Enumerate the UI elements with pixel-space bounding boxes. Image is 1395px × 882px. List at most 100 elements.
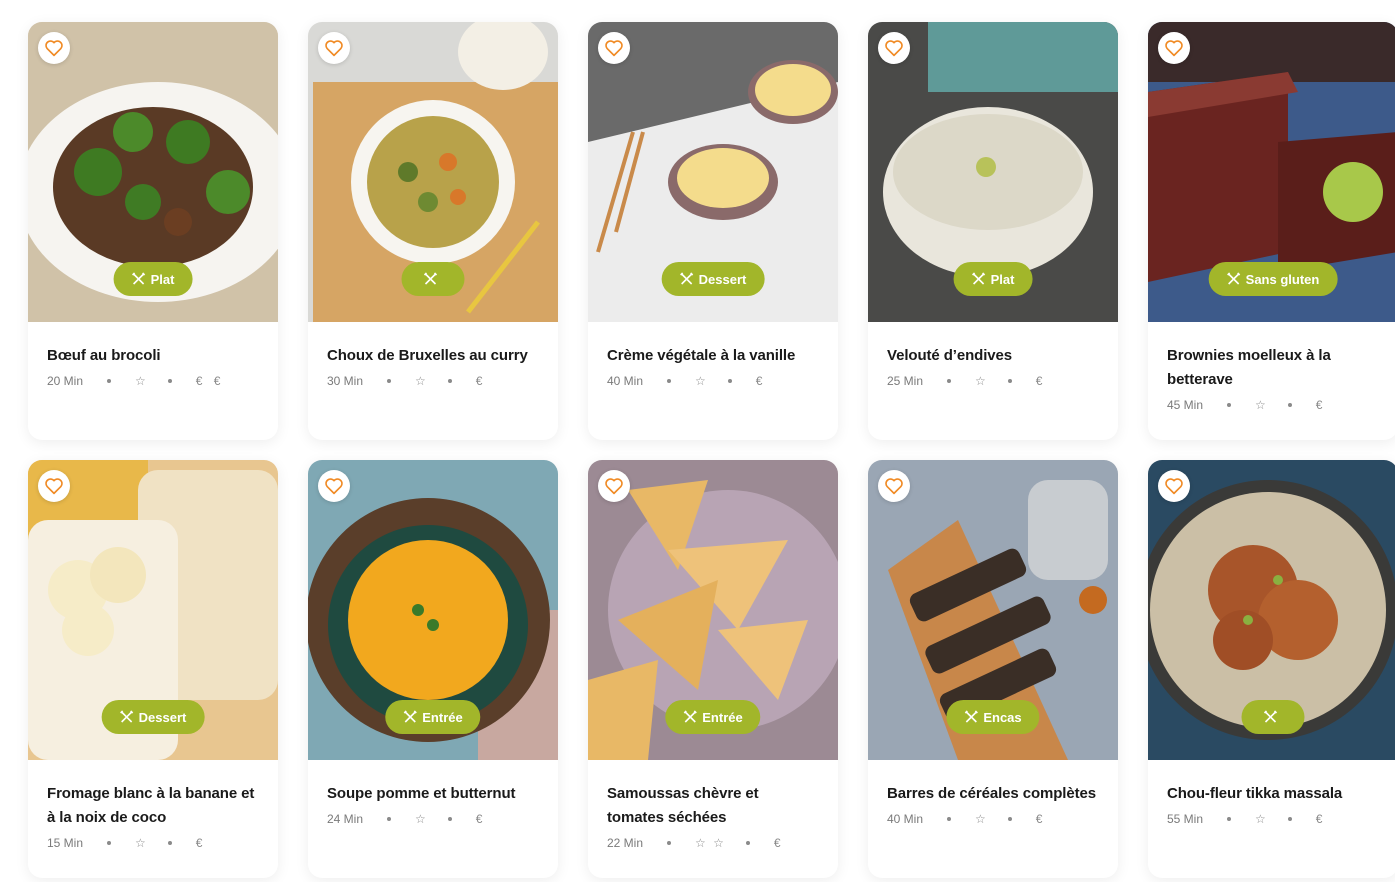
favorite-button[interactable] xyxy=(878,470,910,502)
recipe-card[interactable]: Sans gluten Brownies moelleux à la bette… xyxy=(1148,22,1395,440)
prep-time: 20 Min xyxy=(47,374,84,388)
separator-dot xyxy=(947,379,952,383)
recipe-image[interactable]: Dessert xyxy=(28,460,278,760)
difficulty-stars: ☆ xyxy=(415,812,428,826)
favorite-button[interactable] xyxy=(1158,32,1190,64)
separator-dot xyxy=(167,379,172,383)
prep-time: 15 Min xyxy=(47,836,84,850)
utensils-icon xyxy=(403,710,417,723)
category-label: Plat xyxy=(150,271,175,287)
utensils-icon xyxy=(132,272,146,285)
separator-dot xyxy=(1227,817,1232,821)
favorite-button[interactable] xyxy=(598,470,630,502)
separator-dot xyxy=(1287,817,1292,821)
favorite-button[interactable] xyxy=(318,470,350,502)
recipe-meta: 24 Min ☆ € xyxy=(327,812,539,826)
recipe-title[interactable]: Brownies moelleux à la betterave xyxy=(1167,344,1379,392)
favorite-button[interactable] xyxy=(878,32,910,64)
recipe-grid: Plat Bœuf au brocoli 20 Min ☆ € € Choux … xyxy=(28,22,1395,878)
recipe-meta: 30 Min ☆ € xyxy=(327,374,539,388)
category-badge[interactable]: Dessert xyxy=(101,700,205,734)
heart-icon xyxy=(1165,40,1183,57)
recipe-image[interactable]: Plat xyxy=(868,22,1118,322)
recipe-card[interactable]: Dessert Crème végétale à la vanille 40 M… xyxy=(588,22,838,440)
separator-dot xyxy=(667,379,672,383)
utensils-icon xyxy=(680,272,694,285)
cost-level: € xyxy=(1035,374,1047,388)
heart-icon xyxy=(1165,478,1183,495)
heart-icon xyxy=(325,478,343,495)
category-badge[interactable] xyxy=(401,262,465,296)
recipe-card[interactable]: Entrée Samoussas chèvre et tomates séché… xyxy=(588,460,838,878)
recipe-card[interactable]: Chou-fleur tikka massala 55 Min ☆ € xyxy=(1148,460,1395,878)
category-label: Sans gluten xyxy=(1245,271,1320,287)
separator-dot xyxy=(107,379,112,383)
favorite-button[interactable] xyxy=(318,32,350,64)
recipe-card[interactable]: Entrée Soupe pomme et butternut 24 Min ☆… xyxy=(308,460,558,878)
recipe-card[interactable]: Plat Bœuf au brocoli 20 Min ☆ € € xyxy=(28,22,278,440)
recipe-title[interactable]: Crème végétale à la vanille xyxy=(607,344,819,368)
favorite-button[interactable] xyxy=(38,32,70,64)
cost-level: € xyxy=(195,836,207,850)
recipe-title[interactable]: Barres de céréales complètes xyxy=(887,782,1099,806)
recipe-card[interactable]: Choux de Bruxelles au curry 30 Min ☆ € xyxy=(308,22,558,440)
utensils-icon xyxy=(683,710,697,723)
recipe-card[interactable]: Dessert Fromage blanc à la banane et à l… xyxy=(28,460,278,878)
prep-time: 55 Min xyxy=(1167,812,1204,826)
category-badge[interactable]: Entrée xyxy=(665,700,761,734)
recipe-image[interactable]: Plat xyxy=(28,22,278,322)
utensils-icon xyxy=(423,272,438,285)
recipe-title[interactable]: Chou-fleur tikka massala xyxy=(1167,782,1379,806)
favorite-button[interactable] xyxy=(1158,470,1190,502)
recipe-title[interactable]: Velouté d’endives xyxy=(887,344,1099,368)
recipe-image[interactable]: Dessert xyxy=(588,22,838,322)
prep-time: 45 Min xyxy=(1167,398,1204,412)
separator-dot xyxy=(947,817,952,821)
recipe-title[interactable]: Fromage blanc à la banane et à la noix d… xyxy=(47,782,259,830)
separator-dot xyxy=(447,379,452,383)
cost-level: € € xyxy=(195,374,225,388)
recipe-meta: 45 Min ☆ € xyxy=(1167,398,1379,412)
category-badge[interactable]: Sans gluten xyxy=(1208,262,1338,296)
recipe-title[interactable]: Choux de Bruxelles au curry xyxy=(327,344,539,368)
category-badge[interactable]: Plat xyxy=(953,262,1033,296)
recipe-image[interactable] xyxy=(308,22,558,322)
category-badge[interactable]: Entrée xyxy=(385,700,481,734)
utensils-icon xyxy=(964,710,978,723)
recipe-card[interactable]: Plat Velouté d’endives 25 Min ☆ € xyxy=(868,22,1118,440)
cost-level: € xyxy=(755,374,767,388)
recipe-image[interactable]: Sans gluten xyxy=(1148,22,1395,322)
recipe-meta: 40 Min ☆ € xyxy=(887,812,1099,826)
cost-level: € xyxy=(1315,398,1327,412)
recipe-meta: 25 Min ☆ € xyxy=(887,374,1099,388)
separator-dot xyxy=(1007,817,1012,821)
category-label: Plat xyxy=(990,271,1015,287)
heart-icon xyxy=(325,40,343,57)
category-badge[interactable]: Dessert xyxy=(661,262,765,296)
difficulty-stars: ☆ xyxy=(415,374,428,388)
utensils-icon xyxy=(1263,710,1278,723)
recipe-meta: 40 Min ☆ € xyxy=(607,374,819,388)
heart-icon xyxy=(605,40,623,57)
cost-level: € xyxy=(475,812,487,826)
favorite-button[interactable] xyxy=(38,470,70,502)
recipe-image[interactable]: Encas xyxy=(868,460,1118,760)
recipe-title[interactable]: Soupe pomme et butternut xyxy=(327,782,539,806)
category-badge[interactable]: Encas xyxy=(946,700,1040,734)
favorite-button[interactable] xyxy=(598,32,630,64)
recipe-title[interactable]: Bœuf au brocoli xyxy=(47,344,259,368)
recipe-meta: 20 Min ☆ € € xyxy=(47,374,259,388)
heart-icon xyxy=(45,478,63,495)
recipe-image[interactable]: Entrée xyxy=(308,460,558,760)
recipe-image[interactable] xyxy=(1148,460,1395,760)
category-badge[interactable] xyxy=(1241,700,1305,734)
recipe-card[interactable]: Encas Barres de céréales complètes 40 Mi… xyxy=(868,460,1118,878)
category-label: Entrée xyxy=(422,709,463,725)
category-badge[interactable]: Plat xyxy=(113,262,193,296)
recipe-title[interactable]: Samoussas chèvre et tomates séchées xyxy=(607,782,819,830)
recipe-image[interactable]: Entrée xyxy=(588,460,838,760)
separator-dot xyxy=(167,841,172,845)
separator-dot xyxy=(745,841,750,845)
separator-dot xyxy=(107,841,112,845)
separator-dot xyxy=(387,379,392,383)
